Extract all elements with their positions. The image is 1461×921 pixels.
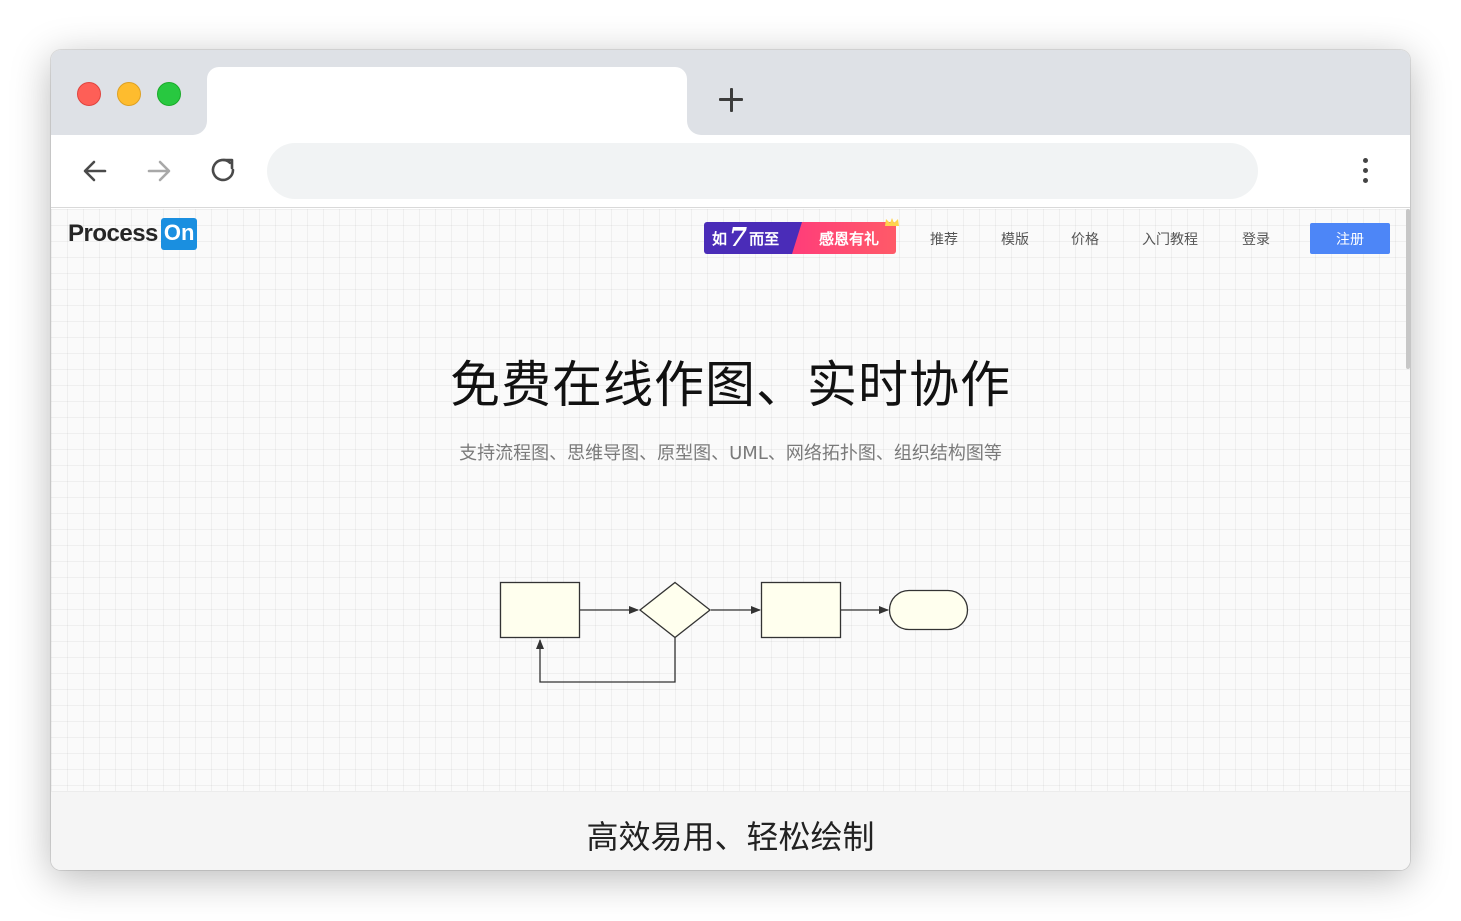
flowchart-illustration [499, 581, 969, 683]
nav-link-recommend[interactable]: 推荐 [930, 229, 958, 249]
new-tab-plus-icon[interactable] [715, 84, 747, 116]
promo-left: 如 7 而至 [704, 222, 802, 254]
features-title: 高效易用、轻松绘制 [586, 818, 875, 856]
nav-link-templates[interactable]: 模版 [1001, 229, 1029, 249]
processon-logo[interactable]: Process On [68, 217, 198, 251]
promo-suffix: 而至 [749, 229, 780, 248]
forward-arrow-icon[interactable] [143, 155, 175, 187]
browser-window: Process On 如 7 而至 感恩有礼 推荐 模版 价格 入门教程 登录 … [51, 50, 1410, 870]
back-arrow-icon[interactable] [79, 155, 111, 187]
reload-icon[interactable] [207, 155, 239, 187]
crown-icon [885, 218, 899, 226]
browser-toolbar [51, 135, 1410, 208]
hero-subtitle: 支持流程图、思维导图、原型图、UML、网络拓扑图、组织结构图等 [459, 443, 1002, 464]
process-box-1 [499, 581, 581, 639]
process-box-2 [760, 581, 842, 639]
promo-number: 7 [729, 223, 748, 253]
browser-tab-active[interactable] [207, 67, 687, 137]
promo-prefix: 如 [712, 229, 728, 248]
decision-diamond [638, 581, 712, 639]
close-window-button[interactable] [77, 82, 101, 106]
title-bar [51, 50, 1410, 137]
promo-right: 感恩有礼 [792, 222, 896, 254]
connector-loop [536, 638, 676, 683]
address-bar[interactable] [267, 143, 1258, 199]
features-section: 高效易用、轻松绘制 [51, 791, 1410, 870]
logo-text: Process [68, 220, 158, 247]
nav-link-login[interactable]: 登录 [1242, 229, 1270, 249]
maximize-window-button[interactable] [157, 82, 181, 106]
nav-link-pricing[interactable]: 价格 [1071, 229, 1099, 249]
logo-badge: On [160, 218, 198, 250]
hero-title: 免费在线作图、实时协作 [450, 356, 1011, 414]
minimize-window-button[interactable] [117, 82, 141, 106]
kebab-menu-icon[interactable] [1353, 155, 1377, 187]
signup-button[interactable]: 注册 [1310, 223, 1390, 254]
page-viewport: Process On 如 7 而至 感恩有礼 推荐 模版 价格 入门教程 登录 … [51, 209, 1410, 870]
terminator-shape [888, 589, 969, 631]
nav-link-tutorial[interactable]: 入门教程 [1142, 229, 1198, 249]
promo-banner[interactable]: 如 7 而至 感恩有礼 [704, 222, 896, 254]
